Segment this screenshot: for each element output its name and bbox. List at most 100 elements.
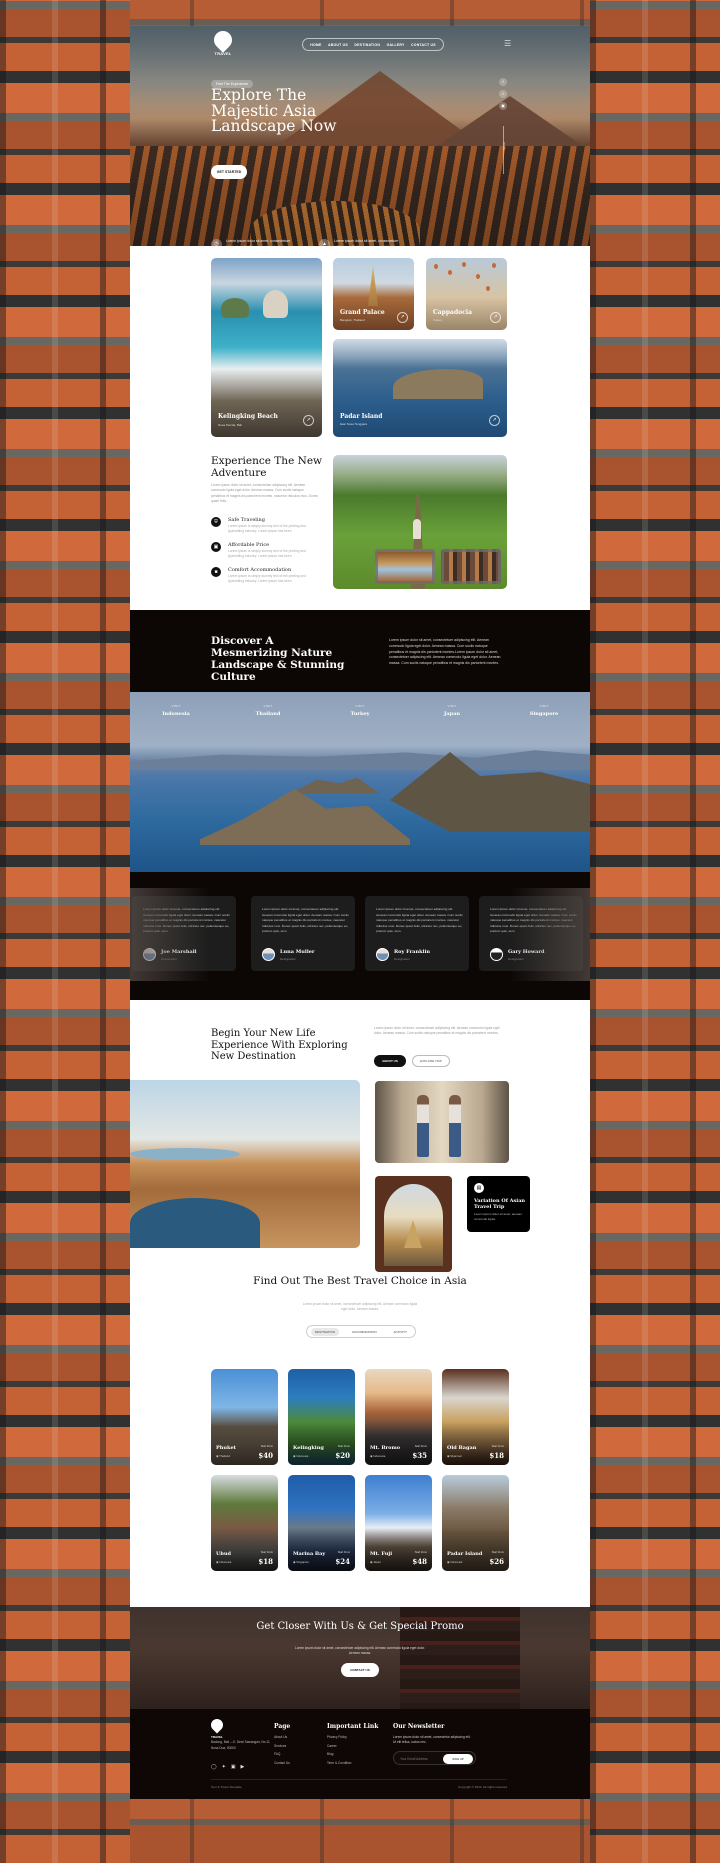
footer-link-terms[interactable]: Term & Condition bbox=[327, 1761, 378, 1765]
arrow-up-right-icon[interactable]: ↗ bbox=[397, 312, 408, 323]
begin-text: Lorem ipsum dolor sit amet, consectetuer… bbox=[374, 1026, 500, 1036]
start-from-label: Start From bbox=[491, 1551, 504, 1554]
facebook-icon[interactable]: f bbox=[499, 78, 507, 86]
destination-card[interactable]: Ubud ◉ Indonesia Start From $18 bbox=[211, 1475, 278, 1571]
destination-name: Padar Island bbox=[447, 1551, 483, 1557]
travelers-photo bbox=[375, 1081, 509, 1163]
email-input[interactable] bbox=[400, 1755, 440, 1763]
thumbnail-temple[interactable] bbox=[375, 549, 435, 584]
destination-card[interactable]: Padar Island ◉ Indonesia Start From $26 bbox=[442, 1475, 509, 1571]
instagram-icon[interactable]: ◯ bbox=[211, 1764, 217, 1770]
nav-about-us[interactable]: ABOUT US bbox=[328, 43, 348, 47]
contact-us-button[interactable]: CONTACT US bbox=[341, 1663, 379, 1677]
get-started-button[interactable]: GET STARTED bbox=[211, 165, 247, 179]
country-tab-singapore[interactable]: VISIT Singapore bbox=[509, 704, 579, 717]
tab-accomodation[interactable]: ACCOMODATION bbox=[348, 1328, 381, 1336]
hero-feature: ▲ Lorem ipsum dolor sit amet, consectetu… bbox=[319, 239, 409, 246]
testimonial-card: Lorem ipsum dolor sit amet, consectetuer… bbox=[132, 896, 236, 971]
arrow-up-right-icon[interactable]: ↗ bbox=[490, 312, 501, 323]
bed-icon: ■ bbox=[211, 567, 221, 577]
about-us-button[interactable]: ABOUT US bbox=[374, 1055, 406, 1067]
hamburger-menu-icon[interactable]: ☰ bbox=[504, 40, 511, 48]
promo-title: Get Closer With Us & Get Special Promo bbox=[256, 1621, 464, 1632]
destination-price: $35 bbox=[412, 1451, 427, 1460]
brand-logo[interactable]: TRAVEL bbox=[210, 27, 236, 59]
destination-name: Kelingking bbox=[293, 1445, 324, 1451]
adventure-title: Experience The New Adventure bbox=[211, 455, 323, 479]
nav-contact-us[interactable]: CONTACT US bbox=[411, 43, 436, 47]
twitter-icon[interactable]: t bbox=[499, 90, 507, 98]
explore-trip-button[interactable]: EXPLORE TRIP bbox=[412, 1055, 450, 1067]
start-from-label: Start From bbox=[337, 1445, 350, 1448]
footer-link-contact-us[interactable]: Contact Us bbox=[274, 1761, 290, 1765]
country-tab-turkey[interactable]: VISIT Turkey bbox=[325, 704, 395, 717]
gallery-card[interactable]: Cappadocia Turkey ↗ bbox=[426, 258, 507, 330]
begin-title: Begin Your New Life Experience With Expl… bbox=[211, 1028, 348, 1062]
facebook-icon[interactable]: ▣ bbox=[231, 1764, 236, 1770]
card-location: Turkey bbox=[433, 318, 443, 322]
destination-location: ◉ Thailand bbox=[216, 1454, 230, 1458]
footer-link-faq[interactable]: FAQ bbox=[274, 1752, 290, 1756]
country-tab-thailand[interactable]: VISIT Thailand bbox=[233, 704, 303, 717]
nav-destination[interactable]: DESTINATION bbox=[354, 43, 380, 47]
nav-gallery[interactable]: GALLERY bbox=[387, 43, 405, 47]
country-tab-japan[interactable]: VISIT Japan bbox=[417, 704, 487, 717]
avatar bbox=[262, 948, 275, 961]
twitter-icon[interactable]: ✦ bbox=[222, 1764, 226, 1770]
instagram-icon[interactable]: ▣ bbox=[499, 102, 507, 110]
testimonial-card: Lorem ipsum dolor sit amet, consectetuer… bbox=[251, 896, 355, 971]
destination-card[interactable]: Marina Bay ◉ Singapore Start From $24 bbox=[288, 1475, 355, 1571]
footer-link-career[interactable]: Career bbox=[327, 1744, 378, 1748]
tab-destination[interactable]: DESTINATION bbox=[311, 1327, 339, 1336]
card-title: Padar Island bbox=[340, 413, 383, 420]
landing-page: TRAVEL HOME ABOUT US DESTINATION GALLERY… bbox=[130, 26, 590, 1799]
footer-link-about-us[interactable]: About Us bbox=[274, 1735, 290, 1739]
footer-divider bbox=[211, 1779, 507, 1780]
newsletter-form: SIGN UP bbox=[393, 1751, 476, 1765]
footer-address: Badung, Bali – Jl. Dewi Sawangan, No.11 … bbox=[211, 1740, 270, 1750]
footer-important-links: Important Link Privacy Policy Career Blo… bbox=[327, 1723, 379, 1765]
begin-section: Begin Your New Life Experience With Expl… bbox=[130, 1000, 590, 1272]
adventure-section: Experience The New Adventure Lorem ipsum… bbox=[130, 446, 590, 610]
start-from-label: Start From bbox=[414, 1445, 427, 1448]
nav-home[interactable]: HOME bbox=[310, 43, 321, 47]
thumbnail-culture[interactable] bbox=[441, 549, 501, 584]
start-from-label: Start From bbox=[414, 1551, 427, 1554]
sign-up-button[interactable]: SIGN UP bbox=[443, 1754, 473, 1764]
gallery-card[interactable]: Grand Palace Bangkok, Thailand ↗ bbox=[333, 258, 414, 330]
destination-card[interactable]: Mt. Fuji ◉ Japan Start From $48 bbox=[365, 1475, 432, 1571]
start-from-label: Start From bbox=[337, 1551, 350, 1554]
destination-location: ◉ Myanmar bbox=[447, 1454, 462, 1458]
destination-price: $40 bbox=[258, 1451, 273, 1460]
arrow-up-right-icon[interactable]: ↗ bbox=[489, 415, 500, 426]
destination-card[interactable]: Phuket ◉ Thailand Start From $40 bbox=[211, 1369, 278, 1465]
destination-location: ◉ Indonesia bbox=[216, 1560, 232, 1564]
card-location: East Nusa Tenggara bbox=[340, 422, 368, 426]
footer-social: ◯ ✦ ▣ ▶ bbox=[211, 1764, 244, 1770]
tab-activity[interactable]: ACTIVITY bbox=[389, 1328, 411, 1336]
gallery-card[interactable]: Padar Island East Nusa Tenggara ↗ bbox=[333, 339, 507, 437]
scroll-indicator[interactable] bbox=[503, 126, 504, 174]
destination-card[interactable]: Old Bagan ◉ Myanmar Start From $18 bbox=[442, 1369, 509, 1465]
footer-link-services[interactable]: Services bbox=[274, 1744, 290, 1748]
discover-section: Discover A Mesmerizing Nature Landscape … bbox=[130, 610, 590, 1000]
youtube-icon[interactable]: ▶ bbox=[241, 1764, 245, 1770]
footer-logo[interactable] bbox=[208, 1716, 227, 1735]
destination-price: $18 bbox=[489, 1451, 504, 1460]
discover-title: Discover A Mesmerizing Nature Landscape … bbox=[211, 635, 345, 683]
destination-price: $24 bbox=[335, 1557, 350, 1566]
footer-link-privacy[interactable]: Privacy Policy bbox=[327, 1735, 378, 1739]
destination-price: $20 bbox=[335, 1451, 350, 1460]
gallery-card[interactable]: Kelingking Beach Nusa Penida, Bali ↗ bbox=[211, 258, 322, 437]
location-pin-icon bbox=[208, 1716, 226, 1734]
destination-card[interactable]: Kelingking ◉ Indonesia Start From $20 bbox=[288, 1369, 355, 1465]
footer-brand: TRAVEL bbox=[211, 1735, 223, 1739]
scroll-label: Scroll bbox=[501, 142, 506, 150]
footer-link-blog[interactable]: Blog bbox=[327, 1752, 378, 1756]
destination-card[interactable]: Mt. Bromo ◉ Indonesia Start From $35 bbox=[365, 1369, 432, 1465]
shield-icon: ⛨ bbox=[211, 517, 221, 527]
arrow-up-right-icon[interactable]: ↗ bbox=[303, 415, 314, 426]
country-tab-indonesia[interactable]: VISIT Indonesia bbox=[141, 704, 211, 717]
testimonials-carousel: Lorem ipsum dolor sit amet, consectetuer… bbox=[130, 882, 590, 981]
hero-title: Explore The Majestic Asia Landscape Now bbox=[211, 86, 337, 135]
